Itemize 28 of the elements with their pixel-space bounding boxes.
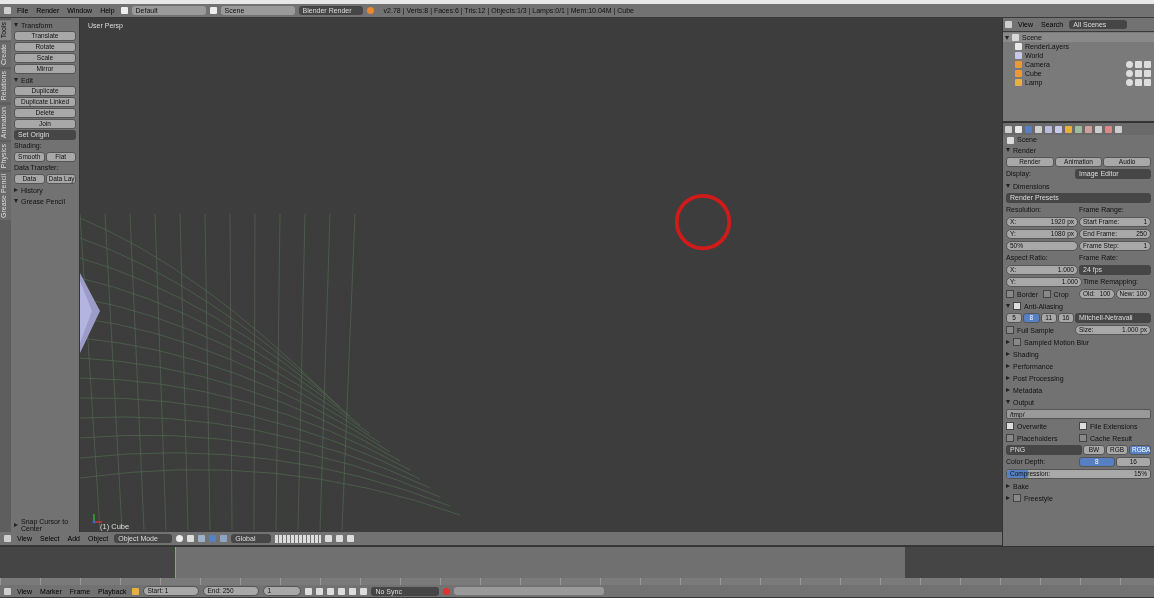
layers-icon[interactable] [275, 534, 322, 543]
keying-set-field[interactable] [454, 587, 605, 595]
disclosure-icon[interactable] [14, 523, 18, 527]
disclosure-icon[interactable] [1006, 376, 1010, 380]
disclosure-icon[interactable] [1006, 184, 1010, 188]
checkbox[interactable] [1079, 434, 1087, 442]
checkbox[interactable] [1013, 338, 1021, 346]
disclosure-icon[interactable] [14, 78, 18, 82]
checkbox[interactable] [1079, 422, 1087, 430]
checkbox[interactable] [1006, 326, 1014, 334]
checkbox[interactable] [1042, 290, 1051, 298]
disclosure-icon[interactable] [14, 199, 18, 203]
disclosure-icon[interactable] [14, 188, 18, 192]
disclosure-icon[interactable] [1006, 364, 1010, 368]
disclosure-icon[interactable] [14, 23, 18, 27]
disclosure-icon[interactable] [1006, 400, 1010, 404]
checkbox[interactable] [1013, 302, 1021, 310]
checkbox[interactable] [1006, 422, 1014, 430]
axes-icon [92, 512, 104, 524]
circle-annotation [673, 192, 733, 252]
timeline[interactable] [0, 546, 1154, 585]
disclosure-icon[interactable] [1006, 148, 1010, 152]
disclosure-icon[interactable] [1006, 388, 1010, 392]
checkbox[interactable] [1013, 494, 1021, 502]
checkbox[interactable] [1006, 434, 1014, 442]
disclosure-icon[interactable] [1006, 352, 1010, 356]
disclosure-icon[interactable] [1006, 484, 1010, 488]
checkbox[interactable] [1006, 290, 1014, 298]
